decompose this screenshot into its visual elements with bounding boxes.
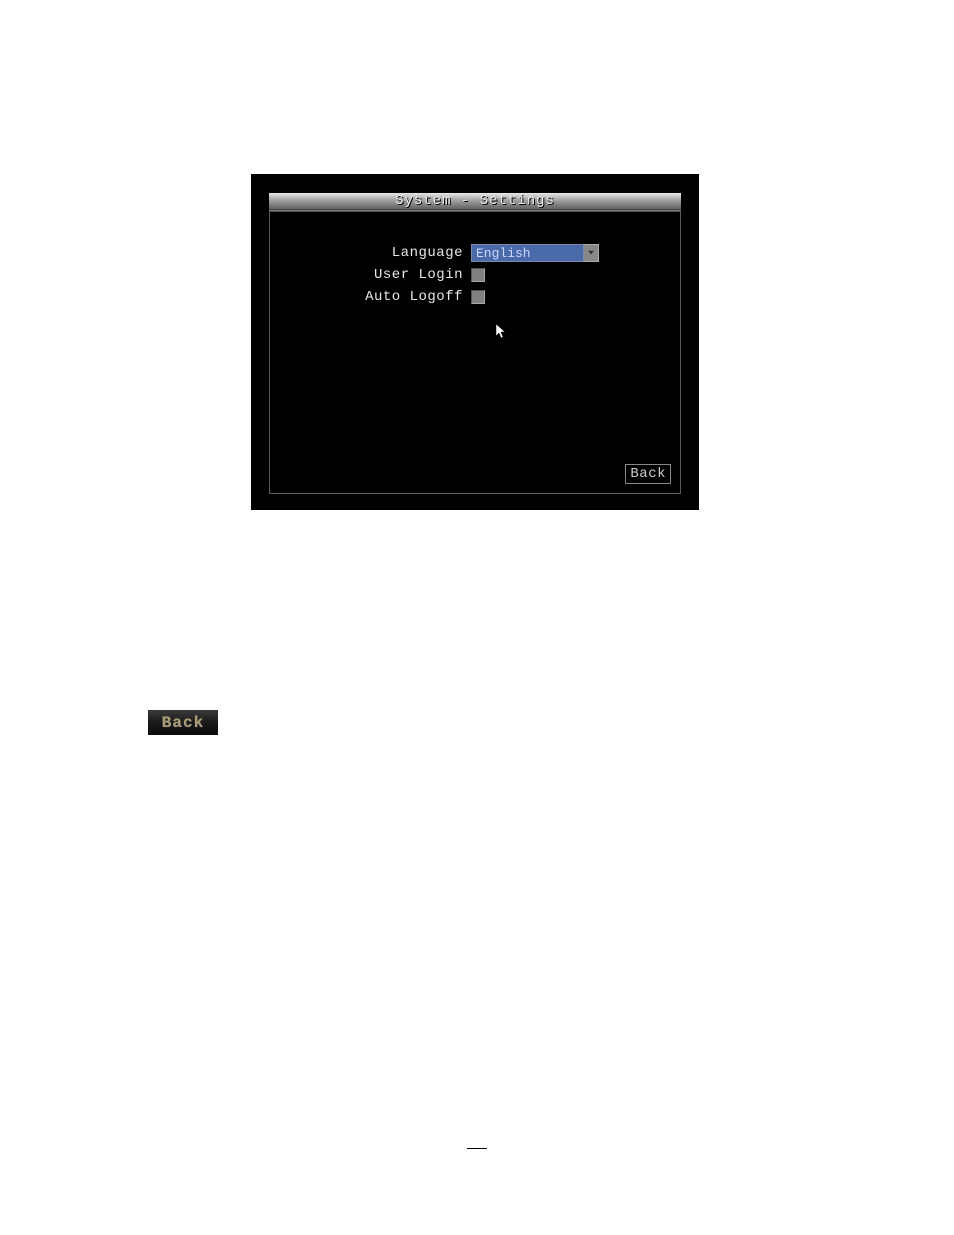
language-value[interactable]: English [471,244,584,262]
page-footer-dash [467,1148,487,1150]
user-login-row: User Login [341,267,485,283]
language-label: Language [341,245,471,261]
chevron-down-icon [587,250,595,256]
auto-logoff-row: Auto Logoff [341,289,485,305]
language-dropdown[interactable]: English [471,244,599,262]
user-login-label: User Login [341,267,471,283]
dialog-title: System - Settings [395,193,555,209]
auto-logoff-checkbox[interactable] [471,290,485,304]
auto-logoff-label: Auto Logoff [341,289,471,305]
language-row: Language English [341,244,599,262]
dropdown-button[interactable] [584,244,599,262]
standalone-back-label: Back [162,714,204,732]
back-button[interactable]: Back [625,464,671,484]
user-login-checkbox[interactable] [471,268,485,282]
mouse-cursor-icon [496,324,508,340]
title-bar: System - Settings [269,193,681,210]
standalone-back-button[interactable]: Back [148,710,218,735]
settings-dialog: System - Settings Language English User … [251,174,699,510]
